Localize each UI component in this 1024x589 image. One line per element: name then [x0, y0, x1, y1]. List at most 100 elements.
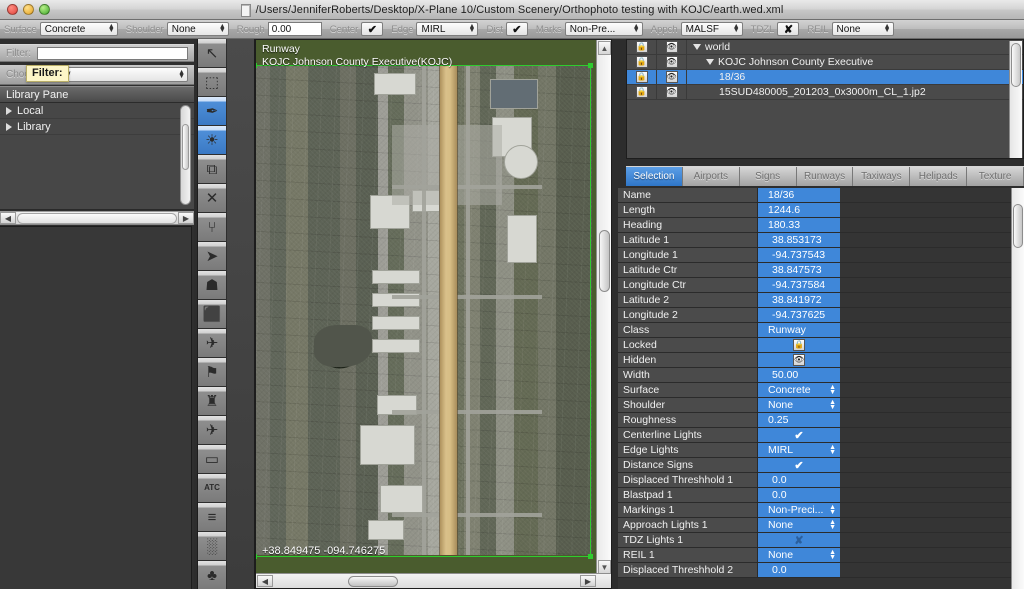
- toolbar-checkbox-tdzl[interactable]: ✘: [777, 22, 800, 36]
- hierarchy-vertical-scrollbar[interactable]: [1009, 41, 1022, 158]
- tab-selection[interactable]: Selection: [626, 167, 683, 186]
- library-tree-item-local[interactable]: Local: [0, 103, 194, 119]
- property-value-surface[interactable]: Concrete ▲ ▼: [758, 383, 840, 397]
- toolbar-dropdown-edge[interactable]: MIRL ▲ ▼: [416, 22, 479, 36]
- disclosure-triangle-icon[interactable]: [6, 106, 12, 115]
- property-value-reil-1[interactable]: None ▲ ▼: [758, 548, 840, 562]
- tab-helipads[interactable]: Helipads: [910, 167, 968, 186]
- lock-toggle-cell[interactable]: 🔒: [627, 40, 657, 55]
- tab-texture[interactable]: Texture: [967, 167, 1024, 186]
- hierarchy-item-name-cell[interactable]: KOJC Johnson County Executive: [687, 56, 1023, 68]
- eye-icon[interactable]: 👁: [665, 56, 678, 68]
- visibility-toggle-cell[interactable]: 👁: [657, 69, 687, 85]
- lock-icon[interactable]: 🔒: [635, 56, 648, 68]
- property-value-distance-signs[interactable]: ✔: [758, 458, 840, 472]
- scroll-right-icon[interactable]: ▶: [178, 212, 194, 224]
- property-value-locked[interactable]: 🔒: [758, 338, 840, 352]
- minimize-button[interactable]: [23, 4, 34, 15]
- taxiway-tool[interactable]: ⑂: [198, 213, 227, 242]
- close-button[interactable]: [7, 4, 18, 15]
- tower-viewpoint-tool[interactable]: ♜: [198, 387, 227, 416]
- beacon-tool[interactable]: ☀: [198, 126, 227, 155]
- toolbar-dropdown-shoulder[interactable]: None ▲ ▼: [166, 22, 229, 36]
- property-value-shoulder[interactable]: None ▲ ▼: [758, 398, 840, 412]
- lock-icon[interactable]: 🔒: [635, 41, 648, 53]
- scroll-left-icon[interactable]: ◀: [0, 212, 16, 224]
- eye-icon[interactable]: 👁: [665, 86, 678, 98]
- boundary-tool[interactable]: ➤: [198, 242, 227, 271]
- property-value-longitude-2[interactable]: -94.737625: [758, 308, 840, 322]
- property-value-approach-lights-1[interactable]: None ▲ ▼: [758, 518, 840, 532]
- visibility-toggle-cell[interactable]: 👁: [657, 40, 687, 55]
- property-value-heading[interactable]: 180.33: [758, 218, 840, 232]
- scroll-down-icon[interactable]: ▼: [598, 560, 611, 574]
- toolbar-field-rough[interactable]: 0.00: [267, 22, 322, 36]
- property-value-edge-lights[interactable]: MIRL ▲ ▼: [758, 443, 840, 457]
- forest-tool[interactable]: ♣: [198, 561, 227, 589]
- eye-icon[interactable]: 👁: [793, 354, 805, 366]
- helipad-tool[interactable]: ⧉: [198, 155, 227, 184]
- property-value-centerline-lights[interactable]: ✔: [758, 428, 840, 442]
- property-value-hidden[interactable]: 👁: [758, 353, 840, 367]
- selected-runway-18-36[interactable]: [440, 65, 457, 555]
- tab-signs[interactable]: Signs: [739, 167, 797, 186]
- eye-icon[interactable]: 👁: [665, 41, 678, 53]
- hierarchy-row[interactable]: 🔒 👁 KOJC Johnson County Executive: [627, 54, 1023, 70]
- property-value-roughness[interactable]: 0.25: [758, 413, 840, 427]
- hierarchy-row[interactable]: 🔒 👁 world: [627, 40, 1023, 55]
- map-horizontal-scrollbar[interactable]: ◀ ▶: [256, 573, 611, 588]
- property-value-displaced-threshhold-1[interactable]: 0.0: [758, 473, 840, 487]
- object-tool[interactable]: ▭: [198, 445, 227, 474]
- library-tree-vertical-scrollbar[interactable]: [180, 105, 191, 205]
- property-value-markings-1[interactable]: Non-Preci... ▲ ▼: [758, 503, 840, 517]
- scroll-left-icon[interactable]: ◀: [257, 575, 273, 587]
- hierarchy-row[interactable]: 🔒 👁 18/36: [627, 69, 1023, 85]
- disclosure-triangle-icon[interactable]: [6, 122, 12, 131]
- toolbar-checkbox-center[interactable]: ✔: [361, 22, 384, 36]
- map-view[interactable]: Runway KOJC Johnson County Executive(KOJ…: [255, 39, 612, 589]
- atc-flow-tool[interactable]: ATC: [198, 474, 227, 503]
- property-value-length[interactable]: 1244.6: [758, 203, 840, 217]
- library-tree[interactable]: Local Library: [0, 103, 194, 210]
- toolbar-dropdown-marks[interactable]: Non-Pre... ▲ ▼: [564, 22, 643, 36]
- hierarchy-row[interactable]: 🔒 👁 15SUD480005_201203_0x3000m_CL_1.jp2: [627, 84, 1023, 100]
- property-value-class[interactable]: Runway: [758, 323, 840, 337]
- airport-marker-tool[interactable]: ✈: [198, 416, 227, 445]
- hierarchy-rows[interactable]: 🔒 👁 world 🔒 👁 KOJC Johnson County Executive 🔒 👁…: [627, 40, 1023, 100]
- eye-icon[interactable]: 👁: [665, 71, 678, 83]
- visibility-toggle-cell[interactable]: 👁: [657, 54, 687, 70]
- toolbar-dropdown-surface[interactable]: Concrete ▲ ▼: [39, 22, 118, 36]
- tab-runways[interactable]: Runways: [796, 167, 854, 186]
- property-value-latitude-1[interactable]: 38.853173: [758, 233, 840, 247]
- ramp-start-tool[interactable]: ✈: [198, 329, 227, 358]
- lock-icon[interactable]: 🔒: [635, 71, 648, 83]
- properties-vertical-scrollbar[interactable]: [1011, 188, 1024, 589]
- lock-toggle-cell[interactable]: 🔒: [627, 69, 657, 85]
- disclosure-triangle-icon[interactable]: [693, 44, 701, 50]
- map-vertical-scrollbar[interactable]: ▲ ▼: [596, 40, 611, 575]
- library-tree-horizontal-scrollbar[interactable]: ◀ ▶: [0, 211, 194, 225]
- scrollbar-thumb[interactable]: [1013, 204, 1023, 248]
- scrollbar-thumb[interactable]: [1011, 43, 1021, 87]
- hierarchy-item-name-cell[interactable]: 18/36: [687, 71, 1023, 83]
- library-tree-item-library[interactable]: Library: [0, 119, 194, 135]
- scrollbar-thumb[interactable]: [182, 124, 189, 170]
- grid-tool[interactable]: ░: [198, 532, 227, 561]
- scroll-up-icon[interactable]: ▲: [598, 41, 611, 55]
- property-value-longitude-ctr[interactable]: -94.737584: [758, 278, 840, 292]
- scrollbar-thumb[interactable]: [599, 230, 610, 292]
- property-value-longitude-1[interactable]: -94.737543: [758, 248, 840, 262]
- lock-icon[interactable]: 🔒: [635, 86, 648, 98]
- property-value-tdz-lights-1[interactable]: ✘: [758, 533, 840, 547]
- property-value-width[interactable]: 50.00: [758, 368, 840, 382]
- tab-airports[interactable]: Airports: [682, 167, 740, 186]
- property-value-name[interactable]: 18/36: [758, 188, 840, 202]
- arrow-select-tool[interactable]: ↖: [198, 39, 227, 68]
- scrollbar-track[interactable]: [17, 212, 177, 224]
- taxi-route-tool[interactable]: ✕: [198, 184, 227, 213]
- library-filter-input[interactable]: [37, 46, 188, 60]
- scrollbar-thumb[interactable]: [348, 576, 398, 587]
- hierarchy-item-name-cell[interactable]: 15SUD480005_201203_0x3000m_CL_1.jp2: [687, 86, 1023, 98]
- hierarchy-item-name-cell[interactable]: world: [687, 41, 1023, 53]
- property-value-latitude-ctr[interactable]: 38.847573: [758, 263, 840, 277]
